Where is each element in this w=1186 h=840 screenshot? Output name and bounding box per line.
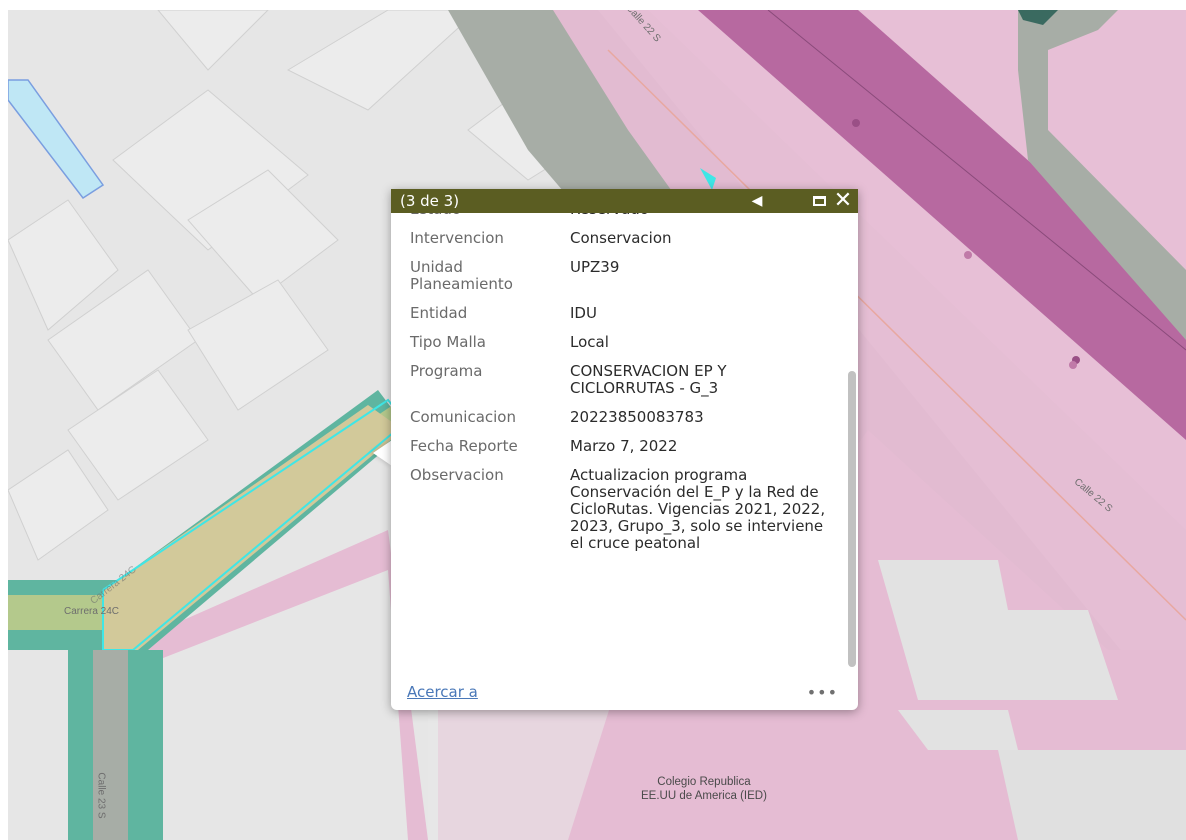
attr-value: UPZ39 [570,258,620,276]
attr-value: Reservado [570,213,840,230]
attr-row-estado: Estado Reservado [410,213,840,230]
attr-label: Intervencion [410,229,504,247]
popup-footer: Acercar a ••• [391,674,858,710]
poi-label-colegio: Colegio Republica EE.UU de America (IED) [641,775,767,803]
poi-label-line2: EE.UU de America (IED) [641,790,767,802]
popup-pointer [373,440,392,466]
feature-popup: (3 de 3) ◀ ✕ Estado Reservado Intervenci… [391,189,858,710]
attr-label: Comunicacion [410,408,516,426]
poi-label-line1: Colegio Republica [657,776,751,788]
attr-row-observacion: Observacion Actualizacion programa Conse… [410,467,840,564]
maximize-icon [812,196,826,206]
scrollbar-thumb[interactable] [848,371,856,667]
attr-label: Entidad [410,304,468,322]
attr-label: Fecha Reporte [410,437,518,455]
attr-row-intervencion: Intervencion Conservacion [410,230,840,259]
attr-value: IDU [570,304,597,322]
attr-label: Tipo Malla [410,333,486,351]
attr-label: Unidad Planeamiento [410,258,513,293]
popup-scrollbar[interactable] [848,219,856,667]
zoom-to-link[interactable]: Acercar a [407,683,478,701]
attr-value: Actualizacion programa Conservación del … [570,466,826,552]
attr-row-comunicacion: Comunicacion 20223850083783 [410,409,840,438]
popup-content[interactable]: Estado Reservado Intervencion Conservaci… [391,213,846,649]
attr-label: Observacion [410,466,504,484]
gray-road-calle23s [93,650,128,840]
maximize-button[interactable] [807,189,831,213]
popup-header: (3 de 3) ◀ ✕ [391,189,858,213]
attr-value: Marzo 7, 2022 [570,437,678,455]
attr-value: Local [570,333,609,351]
attr-row-programa: Programa CONSERVACION EP Y CICLORRUTAS -… [410,363,840,409]
attr-row-tipo-malla: Tipo Malla Local [410,334,840,363]
attr-row-fecha-reporte: Fecha Reporte Marzo 7, 2022 [410,438,840,467]
close-icon[interactable]: ✕ [831,189,855,213]
attr-label: Programa [410,362,483,380]
popup-count: (3 de 3) [400,192,460,210]
attr-label: Estado [410,213,570,230]
attr-value: 20223850083783 [570,408,704,426]
more-icon[interactable]: ••• [807,683,838,702]
attr-row-unidad-planeamiento: Unidad Planeamiento UPZ39 [410,259,840,305]
attribute-table: Estado Reservado Intervencion Conservaci… [410,213,840,564]
attr-value: CONSERVACION EP Y CICLORRUTAS - G_3 [570,362,727,397]
attr-row-entidad: Entidad IDU [410,305,840,334]
triangle-left-icon[interactable]: ◀ [745,189,769,213]
attr-value: Conservacion [570,229,672,247]
